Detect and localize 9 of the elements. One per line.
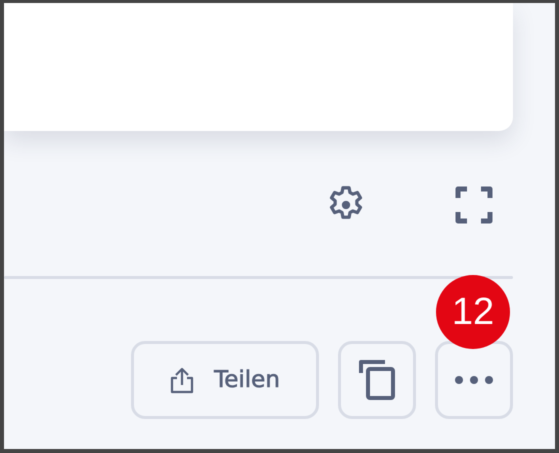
more-icon — [455, 376, 493, 384]
more-button[interactable] — [435, 341, 513, 419]
share-icon — [170, 366, 194, 394]
fullscreen-icon — [455, 186, 493, 224]
share-button[interactable]: Teilen — [131, 341, 319, 419]
copy-button[interactable] — [338, 341, 416, 419]
notification-badge: 12 — [436, 275, 510, 349]
copy-icon — [358, 359, 396, 401]
fullscreen-button[interactable] — [455, 186, 493, 224]
